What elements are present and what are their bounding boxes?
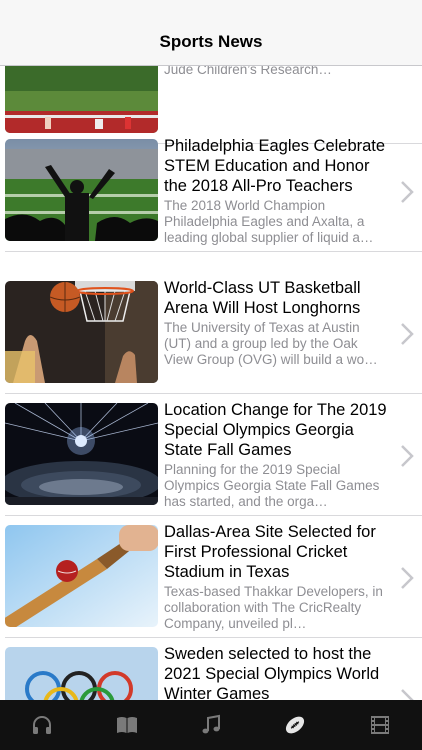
tab-books[interactable] [84, 700, 168, 750]
list-item[interactable]: Location Change for The 2019 Special Oly… [0, 394, 422, 516]
article-text: Dallas-Area Site Selected for First Prof… [164, 522, 390, 632]
tab-videos[interactable] [338, 700, 422, 750]
row-separator [5, 251, 422, 252]
article-text: Location Change for The 2019 Special Oly… [164, 400, 390, 510]
article-summary: The 2018 World Champion Philadelphia Eag… [164, 198, 374, 245]
article-thumbnail [5, 525, 158, 627]
navigation-bar: Sports News [0, 0, 422, 66]
article-summary: Texas-based Thakkar Developers, in colla… [164, 584, 383, 631]
news-list[interactable]: The high school football season has come… [0, 66, 422, 700]
article-thumbnail [5, 66, 158, 133]
article-summary: The high school football season has come… [164, 66, 332, 77]
music-note-icon [202, 714, 221, 734]
page-title: Sports News [159, 32, 263, 51]
article-text: World-Class UT Basketball Arena Will Hos… [164, 278, 390, 368]
film-icon [370, 716, 389, 734]
chevron-right-icon [401, 323, 414, 345]
list-item[interactable]: Sweden selected to host the 2021 Special… [0, 638, 422, 700]
list-item[interactable]: World-Class UT Basketball Arena Will Hos… [0, 272, 422, 394]
article-thumbnail [5, 647, 158, 700]
article-thumbnail [5, 281, 158, 383]
article-headline: Sweden selected to host the 2021 Special… [164, 645, 380, 700]
app-screen: Sports News The high school football sea… [0, 0, 422, 750]
article-headline: Location Change for The 2019 Special Oly… [164, 401, 387, 459]
chevron-right-icon [401, 689, 414, 700]
article-text: The high school football season has come… [164, 66, 390, 78]
article-headline: Philadelphia Eagles Celebrate STEM Educa… [164, 137, 386, 195]
article-text: Philadelphia Eagles Celebrate STEM Educa… [164, 136, 390, 246]
book-icon [116, 717, 137, 733]
article-thumbnail [5, 403, 158, 505]
article-headline: World-Class UT Basketball Arena Will Hos… [164, 279, 361, 317]
list-item[interactable]: Philadelphia Eagles Celebrate STEM Educa… [0, 130, 422, 252]
article-thumbnail [5, 139, 158, 241]
tab-sports[interactable] [253, 700, 337, 750]
article-summary: Planning for the 2019 Special Olympics G… [164, 462, 380, 509]
article-headline: Dallas-Area Site Selected for First Prof… [164, 523, 376, 581]
article-summary: The University of Texas at Austin (UT) a… [164, 320, 378, 367]
article-text: Sweden selected to host the 2021 Special… [164, 644, 390, 700]
football-icon [286, 716, 305, 734]
tab-bar [0, 700, 422, 750]
chevron-right-icon [401, 567, 414, 589]
headphones-icon [33, 716, 52, 734]
tab-podcasts[interactable] [0, 700, 84, 750]
tab-music[interactable] [169, 700, 253, 750]
list-item[interactable]: Dallas-Area Site Selected for First Prof… [0, 516, 422, 638]
chevron-right-icon [401, 181, 414, 203]
chevron-right-icon [401, 445, 414, 467]
